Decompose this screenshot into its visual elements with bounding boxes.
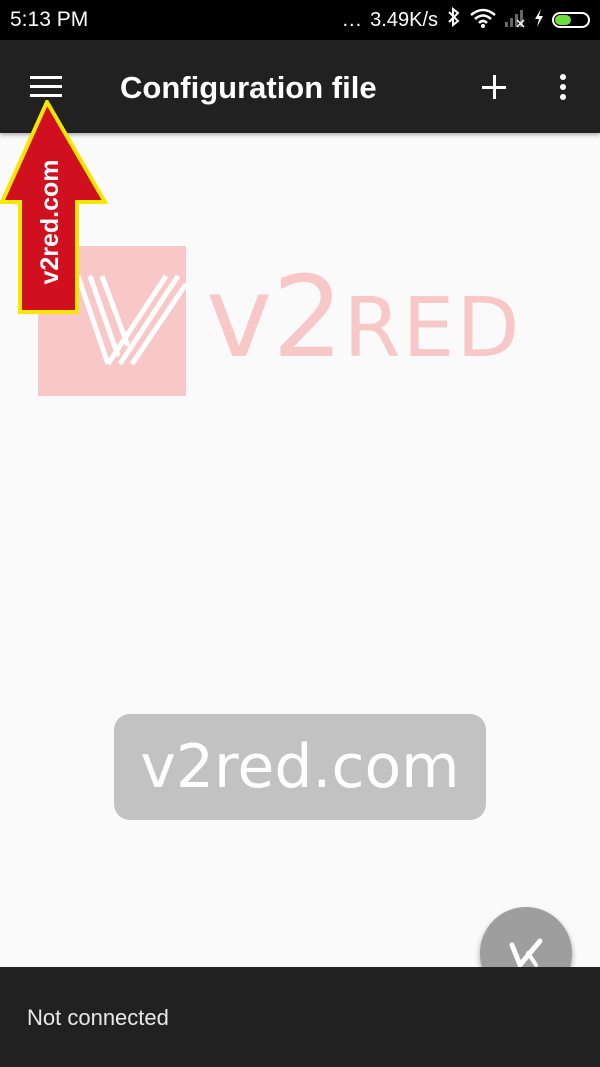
watermark-v2: v2 xyxy=(206,253,344,383)
bluetooth-icon xyxy=(446,6,462,33)
wifi-icon xyxy=(470,8,496,33)
center-watermark: v2red.com xyxy=(114,714,486,820)
watermark-logo-text: v2RED xyxy=(206,262,521,385)
watermark-red: RED xyxy=(343,281,522,376)
watermark-logo: v2RED xyxy=(38,246,568,396)
battery-icon xyxy=(552,12,590,28)
more-vert-icon[interactable] xyxy=(543,63,583,111)
status-time: 5:13 PM xyxy=(10,8,89,31)
connection-status-bar[interactable]: Not connected xyxy=(0,967,600,1067)
connection-status-text: Not connected xyxy=(27,1005,169,1030)
signal-icon xyxy=(504,8,526,33)
status-icons: ... 3.49K/s xyxy=(342,6,590,34)
add-icon[interactable] xyxy=(470,63,518,111)
charging-icon xyxy=(534,8,544,33)
notification-dots: ... xyxy=(342,8,363,31)
page-title: Configuration file xyxy=(120,70,377,105)
status-bar: 5:13 PM ... 3.49K/s xyxy=(0,0,600,40)
arrow-watermark-text: v2red.com xyxy=(36,159,64,285)
network-speed: 3.49K/s xyxy=(370,8,438,31)
